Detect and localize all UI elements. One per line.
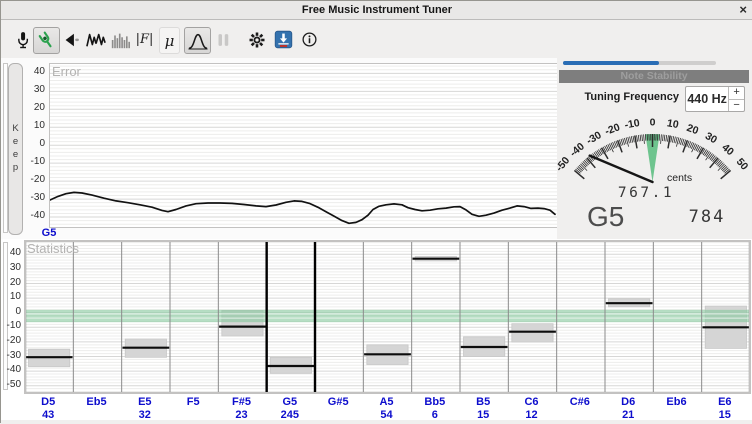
error-chart-region: Error 403020100-10-20-30-40 G5 — [1, 58, 557, 239]
frequency-increment-button[interactable]: + — [729, 87, 744, 100]
histogram-button[interactable] — [109, 27, 131, 52]
gauge-tick-label: 10 — [666, 117, 680, 131]
gauge-tick-label: 0 — [650, 117, 656, 129]
stats-y-tick-label: 20 — [2, 277, 21, 288]
stability-progress-fill — [563, 61, 659, 65]
gauge-tick-label: -50 — [553, 154, 572, 173]
gauss-curve-icon — [187, 31, 209, 51]
measured-frequency-readout: 767.1 — [596, 185, 696, 201]
gauge-tick-label: -30 — [584, 129, 603, 147]
stats-y-tick-label: 10 — [2, 291, 21, 302]
keep-button[interactable]: Keep — [8, 63, 23, 235]
stats-note-label: Bb5 — [413, 396, 457, 408]
info-icon — [301, 31, 318, 48]
stats-note-label: E6 — [703, 396, 747, 408]
title-bar: Free Music Instrument Tuner × — [1, 1, 752, 20]
save-record-button[interactable] — [273, 27, 294, 52]
stats-note-label: D6 — [606, 396, 650, 408]
tuning-fork-button[interactable] — [33, 27, 60, 54]
gauge-unit-label: cents — [667, 172, 692, 184]
stats-note-label: A5 — [365, 396, 409, 408]
error-chart-title: Error — [52, 64, 81, 79]
toolbar: |F| μ — [1, 20, 752, 59]
mu-button[interactable]: μ — [159, 27, 180, 54]
note-stability-header: Note Stability — [559, 70, 749, 83]
statistics-plot — [24, 240, 751, 394]
save-record-icon — [274, 30, 293, 49]
settings-button[interactable] — [246, 27, 268, 52]
stats-note-label: C6 — [510, 396, 554, 408]
gauss-curve-button[interactable] — [184, 27, 211, 54]
stats-note-label: F5 — [171, 396, 215, 408]
window-title: Free Music Instrument Tuner — [1, 1, 752, 19]
stats-y-tick-label: 0 — [2, 306, 21, 317]
settings-gear-icon — [247, 30, 267, 50]
note-target-frequency: 784 — [677, 207, 737, 227]
tuning-frequency-label: Tuning Frequency — [559, 91, 679, 103]
stats-y-tick-label: 30 — [2, 262, 21, 273]
stats-note-label: Eb5 — [75, 396, 119, 408]
stats-note-label: Eb6 — [655, 396, 699, 408]
stats-note-label: D5 — [26, 396, 70, 408]
gauge-tick-label: 40 — [719, 142, 736, 159]
info-button[interactable] — [300, 27, 319, 52]
error-chart-note-marker: G5 — [35, 227, 63, 239]
error-chart-plot — [49, 63, 558, 228]
statistics-region: Statistics 403020100-10-20-30-40-50 D543… — [1, 239, 752, 420]
microphone-button[interactable] — [13, 27, 33, 52]
stats-y-tick-label: -30 — [2, 350, 21, 361]
stats-note-label: B5 — [461, 396, 505, 408]
tuning-fork-icon — [36, 30, 57, 51]
stats-y-tick-label: -10 — [2, 320, 21, 331]
stats-note-label: G#5 — [316, 396, 360, 408]
tuning-frequency-value: 440 Hz — [686, 87, 728, 111]
waveform-button[interactable] — [85, 27, 107, 52]
note-stability-panel: Note Stability Tuning Frequency 440 Hz +… — [557, 58, 752, 239]
fourier-button[interactable]: |F| — [134, 27, 155, 52]
microphone-icon — [13, 29, 33, 51]
fourier-icon: |F| — [136, 32, 154, 47]
gauge-tick-label: -10 — [624, 117, 641, 131]
speaker-button[interactable] — [61, 27, 81, 52]
gauge-tick-label: -20 — [603, 121, 622, 138]
stats-y-tick-label: -20 — [2, 335, 21, 346]
histogram-icon — [110, 30, 130, 50]
stats-note-label: G5 — [268, 396, 312, 408]
gauge-tick-label: 20 — [685, 122, 700, 137]
gauge-tick-label: 50 — [734, 156, 751, 173]
pause-icon — [216, 32, 231, 48]
waveform-icon — [85, 30, 107, 50]
stats-y-tick-label: 40 — [2, 247, 21, 258]
window-bottom-margin — [1, 420, 752, 424]
detected-note-label: G5 — [587, 201, 624, 233]
gauge-tick-label: 30 — [703, 130, 719, 146]
mu-icon: μ — [165, 32, 175, 50]
gauge-tick-label: -40 — [568, 140, 587, 159]
close-button[interactable]: × — [739, 1, 747, 18]
stats-y-tick-label: -40 — [2, 364, 21, 375]
stats-note-label: F#5 — [220, 396, 264, 408]
pause-button[interactable] — [215, 27, 232, 52]
statistics-title: Statistics — [27, 241, 79, 256]
stats-note-label: E5 — [123, 396, 167, 408]
speaker-icon — [61, 30, 81, 50]
stats-y-tick-label: -50 — [2, 379, 21, 390]
stats-note-label: C#6 — [558, 396, 602, 408]
